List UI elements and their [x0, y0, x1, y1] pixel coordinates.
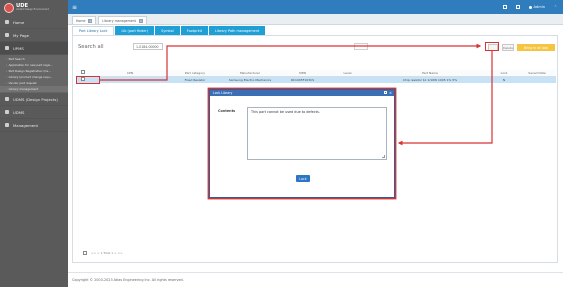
sidebar-item-label: My Page	[13, 32, 29, 38]
resize-grip-icon[interactable]	[382, 155, 385, 158]
admin-menu[interactable]: Admin	[529, 5, 545, 9]
sidebar-submenu: Part Search Application for new part reg…	[0, 55, 68, 93]
calendar-icon[interactable]	[503, 5, 508, 9]
search-label: Search all	[78, 44, 104, 50]
delete-button[interactable]: Delete	[502, 44, 514, 51]
lock-button-highlight	[485, 42, 499, 51]
sidebar-item-label: UPMS	[13, 45, 24, 51]
footer: Copyright © 2003-2023 Atlas Engineering …	[68, 272, 563, 287]
sidebar-item-label: UDMS	[13, 109, 25, 115]
crumb-tab-home[interactable]: Home ×	[72, 16, 97, 24]
lock-submit-button[interactable]: Lock	[296, 175, 310, 182]
user-icon	[5, 33, 9, 37]
table-cell	[518, 76, 556, 83]
tab-lib-part-finder[interactable]: Lib (part finder)	[115, 26, 155, 35]
table-row[interactable]: 1-0184-00000 Fixed Resistor Samsung Elec…	[76, 76, 556, 83]
modal-header: Lock Library	[210, 90, 394, 96]
tab-footprint[interactable]: Footprint	[180, 26, 209, 35]
crumb-label: Library management	[102, 18, 136, 23]
crumb-tab-library-management[interactable]: Library management ×	[98, 16, 147, 24]
menu-icon[interactable]: ≡	[72, 4, 77, 11]
contents-textarea[interactable]: This part cannot be used due to defects.	[247, 107, 387, 160]
search-input[interactable]: 1-0184-00000	[133, 43, 163, 50]
sidebar-subitem-library-management[interactable]: Library management	[0, 86, 68, 92]
sidebar-item-my-page[interactable]: My Page	[0, 29, 68, 42]
table-cell: N	[490, 76, 518, 83]
user-icon	[529, 5, 533, 9]
tab-library-path[interactable]: Library Path management	[209, 26, 266, 35]
document-icon[interactable]	[516, 5, 521, 9]
brand: UDE United Design Environment	[0, 0, 68, 16]
box-icon	[5, 46, 9, 50]
sidebar-item-label: Home	[13, 19, 25, 25]
expand-icon[interactable]: ⌃	[554, 5, 557, 9]
close-icon[interactable]: ×	[389, 91, 392, 95]
sidebar-item-label: Management	[13, 122, 39, 128]
brand-subtitle: United Design Environment	[16, 8, 49, 12]
table-cell: Samsung Electro-Mechanics	[220, 76, 280, 83]
table-cell: 1-0184-00000	[90, 76, 170, 83]
home-icon	[5, 20, 9, 24]
lock-library-modal: Lock Library × Contents This part cannot…	[209, 89, 395, 198]
sidebar-item-management[interactable]: Management	[0, 119, 68, 132]
table-cell: Chip resistor 1k 1/16W 1005 1% 5%	[370, 76, 490, 83]
sidebar-item-home[interactable]: Home	[0, 16, 68, 29]
content-tabs: Part Library Lock Lib (part finder) Symb…	[72, 26, 266, 35]
folder-icon	[5, 110, 9, 114]
gear-icon	[5, 123, 9, 127]
table-cell: RC1005F103CS	[280, 76, 325, 83]
sidebar-item-upms[interactable]: UPMS	[0, 42, 68, 55]
breadcrumb: Home × Library management ×	[68, 14, 563, 25]
modal-title: Lock Library	[213, 91, 233, 95]
contents-label: Contents	[218, 109, 236, 113]
bring-all-lock-button[interactable]: Bring in all lock	[517, 44, 555, 51]
row-checkbox-highlight	[76, 76, 100, 84]
tab-symbol[interactable]: Symbol	[155, 26, 180, 35]
parts-table: CPN Part category Manufacturer MPN Level…	[76, 70, 556, 83]
crumb-label: Home	[76, 18, 86, 23]
brand-logo	[4, 3, 14, 13]
select-all-checkbox[interactable]	[81, 70, 85, 75]
topbar: ≡ Admin ⌃	[68, 0, 563, 14]
admin-label: Admin	[533, 5, 545, 9]
table-cell	[325, 76, 370, 83]
close-icon[interactable]: ×	[138, 18, 143, 23]
sidebar: UDE United Design Environment Home My Pa…	[0, 0, 68, 287]
pager-text[interactable]: << < 1 Total 1 > >>	[91, 251, 123, 255]
secondary-search-input[interactable]	[354, 43, 368, 50]
sidebar-item-label: UDMS (Design Projects)	[13, 96, 58, 102]
pager-checkbox[interactable]	[83, 251, 87, 255]
contents-text: This part cannot be used due to defects.	[251, 110, 320, 114]
tab-part-library-lock[interactable]: Part Library Lock	[72, 26, 115, 35]
sidebar-item-udms[interactable]: UDMS	[0, 106, 68, 119]
folder-icon	[5, 97, 9, 101]
pager: << < 1 Total 1 > >>	[83, 251, 123, 255]
maximize-icon[interactable]	[384, 91, 387, 94]
close-icon[interactable]: ×	[88, 18, 93, 23]
table-cell: Fixed Resistor	[170, 76, 220, 83]
sidebar-item-udms-projects[interactable]: UDMS (Design Projects)	[0, 93, 68, 106]
